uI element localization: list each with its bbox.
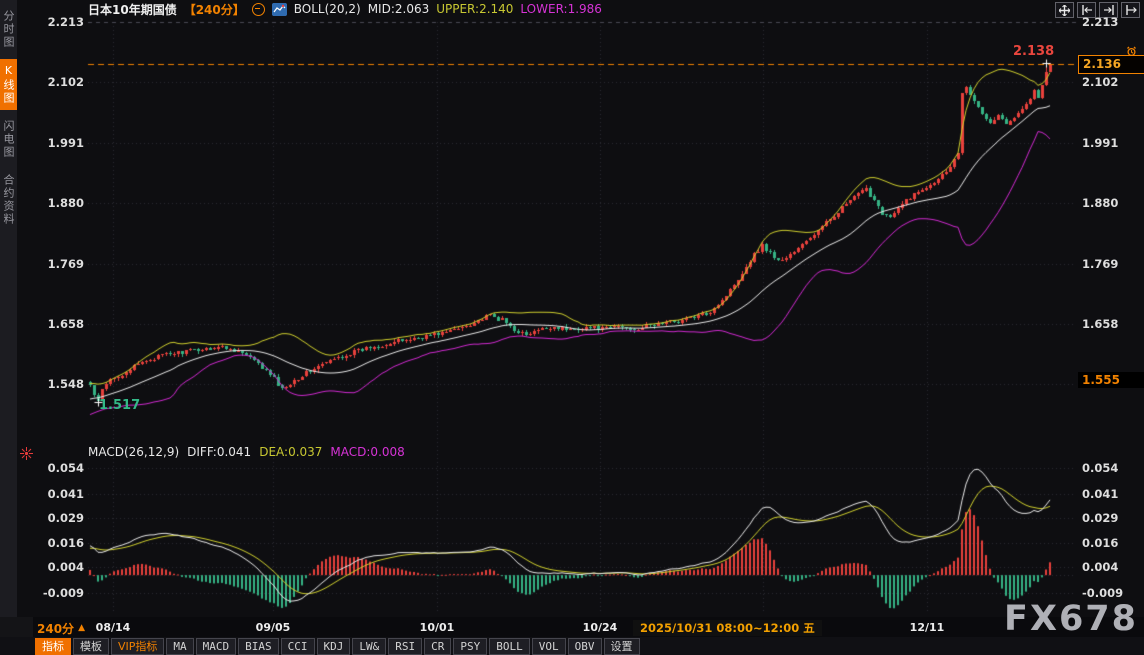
toolbar-button-模板[interactable]: 模板 bbox=[73, 637, 109, 655]
boll-label: BOLL(20,2) bbox=[293, 2, 361, 16]
macd-axis-label-right: 0.029 bbox=[1082, 510, 1119, 525]
toolbar-button-BOLL[interactable]: BOLL bbox=[489, 637, 530, 655]
crosshair-tool-icon[interactable] bbox=[1055, 2, 1074, 18]
period-selector[interactable]: 240分 ▲ bbox=[37, 618, 85, 638]
toolbar-button-VOL[interactable]: VOL bbox=[531, 637, 566, 655]
toolbar-button-RSI[interactable]: RSI bbox=[388, 637, 423, 655]
period-selector-label: 240分 bbox=[37, 621, 75, 636]
sidebar-tab-闪电图[interactable]: 闪电图 bbox=[0, 115, 17, 164]
instrument-title: 日本10年期国债 bbox=[88, 2, 177, 17]
toolbar-button-MACD[interactable]: MACD bbox=[195, 637, 237, 655]
time-axis-label: 09/05 bbox=[255, 621, 291, 634]
chart-canvas[interactable] bbox=[0, 0, 1144, 655]
toolbar-button-VIP指标[interactable]: VIP指标 bbox=[111, 637, 165, 655]
time-axis-label: 10/24 bbox=[582, 621, 618, 634]
toolbar-button-设置[interactable]: 设置 bbox=[603, 637, 640, 655]
sidebar-tab-K线图[interactable]: K线图 bbox=[0, 59, 17, 110]
time-axis-label: 08/14 bbox=[95, 621, 131, 634]
macd-header: MACD(26,12,9) DIFF:0.041 DEA:0.037 MACD:… bbox=[88, 445, 405, 459]
price-axis-label-right: 1.658 bbox=[1082, 317, 1119, 332]
toolbar-button-指标[interactable]: 指标 bbox=[35, 637, 71, 655]
toolbar-button-OBV[interactable]: OBV bbox=[567, 637, 602, 655]
macd-dea-value: DEA:0.037 bbox=[259, 445, 323, 459]
price-axis-label-right: 1.991 bbox=[1082, 135, 1119, 150]
toolbar-button-PSY[interactable]: PSY bbox=[453, 637, 488, 655]
sidebar-tab-合约资料[interactable]: 合约资料 bbox=[0, 169, 17, 231]
macd-axis-label-left: 0.004 bbox=[47, 560, 84, 575]
price-axis-label-left: 1.769 bbox=[47, 256, 84, 271]
sidebar-tab-分时图[interactable]: 分时图 bbox=[0, 5, 17, 54]
macd-axis-label-left: 0.041 bbox=[47, 486, 84, 501]
mini-chart-icon[interactable] bbox=[271, 2, 287, 16]
macd-axis-label-left: 0.016 bbox=[47, 536, 84, 551]
macd-params-label: MACD(26,12,9) bbox=[88, 445, 180, 459]
price-axis-label-right: 1.769 bbox=[1082, 256, 1119, 271]
boll-upper-value: UPPER:2.140 bbox=[436, 2, 514, 16]
price-axis-label-right: 1.880 bbox=[1082, 196, 1119, 211]
toolbar-button-CR[interactable]: CR bbox=[424, 637, 452, 655]
boll-lower-value: LOWER:1.986 bbox=[520, 2, 602, 16]
price-axis-label-left: 2.213 bbox=[47, 15, 84, 29]
collapse-indicator-icon[interactable] bbox=[251, 2, 265, 16]
macd-macd-value: MACD:0.008 bbox=[330, 445, 405, 459]
toolbar-button-MA[interactable]: MA bbox=[166, 637, 194, 655]
macd-axis-label-left: 0.029 bbox=[47, 510, 84, 525]
boll-mid-value: MID:2.063 bbox=[367, 2, 430, 16]
period-up-arrow: ▲ bbox=[78, 623, 85, 633]
watermark: FX678 bbox=[1004, 599, 1138, 639]
macd-axis-label-right: -0.009 bbox=[1082, 585, 1124, 600]
toolbar-button-CCI[interactable]: CCI bbox=[280, 637, 315, 655]
macd-axis-label-left: -0.009 bbox=[42, 585, 84, 600]
period-label: 【240分】 bbox=[183, 2, 245, 17]
macd-axis-label-right: 0.016 bbox=[1082, 536, 1119, 551]
macd-axis-label-left: 0.054 bbox=[47, 461, 84, 475]
high-price-marker: 2.138 bbox=[1013, 44, 1055, 59]
price-axis-label-right: 2.213 bbox=[1082, 15, 1119, 29]
macd-axis-label-right: 0.004 bbox=[1082, 560, 1119, 575]
price-axis-label-left: 2.102 bbox=[47, 75, 84, 90]
price-axis-label-left: 1.991 bbox=[47, 135, 84, 150]
toolbar-button-BIAS[interactable]: BIAS bbox=[238, 637, 279, 655]
price-axis-label-left: 1.880 bbox=[47, 196, 84, 211]
settlement-price-box: 1.555 bbox=[1078, 372, 1144, 388]
low-price-marker: 1.517 bbox=[99, 398, 141, 413]
sidebar: 分时图 K线图闪电图合约资料 bbox=[0, 0, 17, 617]
price-alert-icon[interactable] bbox=[1126, 42, 1137, 61]
price-axis-label-left: 1.658 bbox=[47, 317, 84, 332]
macd-axis-label-right: 0.054 bbox=[1082, 461, 1119, 475]
macd-diff-value: DIFF:0.041 bbox=[187, 445, 252, 459]
chart-app: 分时图 K线图闪电图合约资料 日本10年期国债 【240分】 BOLL(20,2)… bbox=[0, 0, 1144, 655]
toolbar-button-LW&[interactable]: LW& bbox=[352, 637, 387, 655]
time-axis-label: 12/11 bbox=[909, 621, 945, 634]
indicator-toolbar: 指标 模板 VIP指标 MA MACD BIAS CCI KDJ LW& RSI CR PSY BOLL… bbox=[0, 637, 1144, 655]
chart-header: 日本10年期国债 【240分】 BOLL(20,2) MID:2.063 UPP… bbox=[88, 1, 602, 17]
macd-axis-label-right: 0.041 bbox=[1082, 486, 1119, 501]
time-axis-label: 10/01 bbox=[419, 621, 455, 634]
bar-datetime-info: 2025/10/31 08:00~12:00 五 bbox=[633, 620, 822, 636]
toolbar-button-KDJ[interactable]: KDJ bbox=[316, 637, 351, 655]
price-axis-label-left: 1.548 bbox=[47, 376, 84, 391]
price-axis-label-right: 2.102 bbox=[1082, 75, 1119, 90]
